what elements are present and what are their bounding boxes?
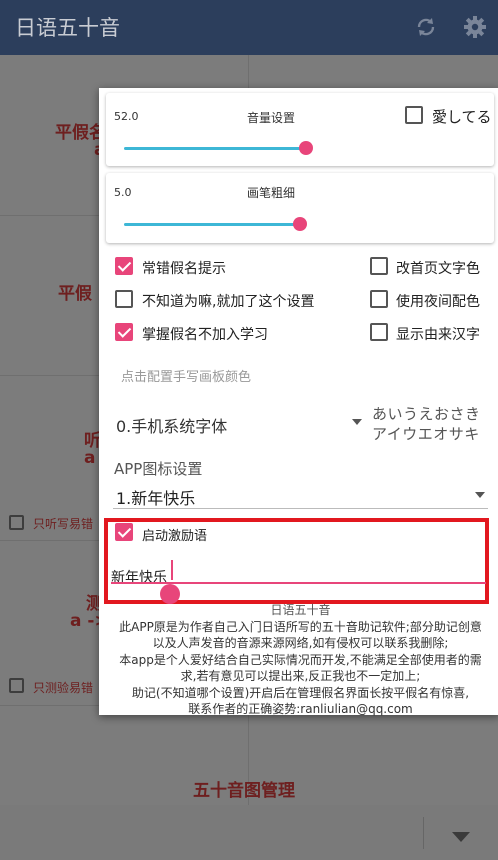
frequent-error-hint-checkbox[interactable] [115,257,133,275]
gear-icon[interactable] [462,14,488,40]
frequent-error-hint-label: 常错假名提示 [142,261,226,277]
chevron-down-icon[interactable] [452,832,470,842]
motivation-checkbox[interactable] [115,523,133,541]
brush-title: 画笔粗细 [246,186,295,200]
test-checkbox[interactable] [9,678,24,693]
volume-card: 52.0 音量设置 愛してる [106,93,494,166]
test-check-label: 只测验易错 [33,681,94,695]
mystery-setting-checkbox[interactable] [115,290,133,308]
app-icon-select-underline [113,508,488,509]
mastered-kana-checkbox[interactable] [115,323,133,341]
about-text: 日语五十音 此APP原是为作者自己入门日语所写的五十音助记软件;部分助记创意 以… [107,602,494,718]
font-dropdown-icon[interactable] [352,419,362,425]
font-select[interactable]: 0.手机系统字体 [116,413,227,437]
kana-preview-katakana: アイウエオサキ [372,425,480,443]
about-line: 此APP原是为作者自己入门日语所写的五十音助记软件;部分助记创意 [119,619,482,634]
night-mode-checkbox[interactable] [370,290,388,308]
brush-slider-thumb[interactable] [293,217,307,231]
brush-slider-track[interactable] [124,223,300,226]
about-line: 以及人声发音的音源来源网络,如有侵权可以联系我删除; [152,636,449,650]
motivation-input[interactable]: 新年快乐 [111,567,167,587]
about-line: 助记(不知道哪个设置)开启后在管理假名界面长按平假名有惊喜, [131,685,470,700]
kana-preview-hiragana: あいうえおさき [372,405,481,423]
kana-chart-manage-label[interactable]: 五十音图管理 [193,776,295,801]
refresh-icon[interactable] [413,14,439,40]
home-text-color-checkbox[interactable] [370,257,388,275]
love-checkbox[interactable] [405,106,423,124]
listen-checkbox[interactable] [9,515,24,530]
app-icon-dropdown-icon[interactable] [475,492,485,498]
listen-cell-sub: a [84,448,96,468]
app-bar: 日语五十音 [0,0,498,55]
divider [423,817,424,849]
mastered-kana-label: 掌握假名不加入学习 [142,327,268,343]
app-icon-section-title: APP图标设置 [114,460,203,478]
app-icon-select[interactable]: 1.新年快乐 [116,485,195,509]
text-cursor [171,560,173,580]
volume-slider-track[interactable] [124,147,306,150]
mystery-setting-label: 不知道为嘛,就加了这个设置 [142,294,315,310]
text-selection-handle[interactable] [160,584,180,604]
night-mode-label: 使用夜间配色 [396,294,480,310]
home-text-color-label: 改首页文字色 [396,261,480,277]
love-label: 愛してる [432,108,492,126]
about-line: 求,若有意见可以提出来,反正我也不一定加上; [180,669,421,683]
volume-title: 音量设置 [246,111,295,125]
about-line: 本app是个人爱好结合自己实际情况而开发,不能满足全部使用者的需 [119,652,482,667]
hiragana-cell-2-label[interactable]: 平假 [58,279,92,304]
brush-card: 5.0 画笔粗细 [106,173,494,243]
about-line: 联系作者的正确姿势:ranliulian@qq.com [188,702,413,716]
listen-check-label: 只听写易错 [33,517,94,531]
bottom-bar [0,805,498,860]
motivation-label: 启动激励语 [142,529,208,544]
origin-kanji-label: 显示由来汉字 [396,327,480,343]
origin-kanji-checkbox[interactable] [370,323,388,341]
handwriting-color-link[interactable]: 点击配置手写画板颜色 [121,366,251,385]
about-title: 日语五十音 [270,603,331,617]
volume-slider-thumb[interactable] [299,141,313,155]
settings-dialog: 52.0 音量设置 愛してる 5.0 画笔粗细 常错假名提示 改首页文字色 不知… [99,88,498,718]
app-title: 日语五十音 [15,16,120,40]
